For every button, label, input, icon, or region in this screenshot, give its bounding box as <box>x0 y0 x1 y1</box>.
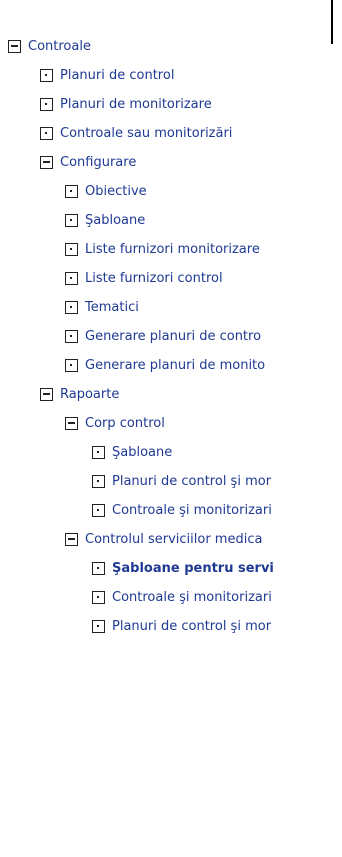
tree-node-corp-control-sabloane[interactable]: Şabloane <box>92 439 172 465</box>
panel-divider <box>331 0 333 44</box>
leaf-icon <box>92 561 105 575</box>
collapse-icon[interactable] <box>40 387 53 401</box>
collapse-icon[interactable] <box>8 39 21 53</box>
tree-node-label: Controale sau monitorizări <box>60 125 233 141</box>
leaf-icon <box>65 358 78 372</box>
tree-node-label: Liste furnizori monitorizare <box>85 241 260 257</box>
tree-node-label: Controale şi monitorizari <box>112 589 272 605</box>
tree-node-liste-furnizori-monitorizare[interactable]: Liste furnizori monitorizare <box>65 236 260 262</box>
leaf-icon <box>65 271 78 285</box>
leaf-icon <box>40 97 53 111</box>
tree-node-label: Tematici <box>85 299 139 315</box>
leaf-icon <box>92 474 105 488</box>
tree-node-label: Şabloane <box>112 444 173 460</box>
collapse-icon[interactable] <box>40 155 53 169</box>
navigation-tree: Controale Planuri de control Planuri de … <box>0 0 342 857</box>
collapse-icon[interactable] <box>65 532 78 546</box>
tree-node-tematici[interactable]: Tematici <box>65 294 139 320</box>
tree-node-planuri-de-monitorizare[interactable]: Planuri de monitorizare <box>40 91 212 117</box>
tree-node-corp-control[interactable]: Corp control <box>65 410 165 436</box>
tree-node-label: Corp control <box>85 415 165 431</box>
leaf-icon <box>65 184 78 198</box>
tree-node-generare-planuri-de-monitorizare[interactable]: Generare planuri de monito <box>65 352 342 378</box>
tree-node-label: Obiective <box>85 183 147 199</box>
leaf-icon <box>40 126 53 140</box>
tree-node-medicale-planuri[interactable]: Planuri de control şi mor <box>92 613 342 639</box>
tree-node-medicale-controale[interactable]: Controale şi monitorizari <box>92 584 342 610</box>
tree-node-controlul-serviciilor-medicale[interactable]: Controlul serviciilor medica <box>65 526 342 552</box>
tree-node-corp-control-planuri[interactable]: Planuri de control şi mor <box>92 468 342 494</box>
tree-node-corp-control-controale[interactable]: Controale şi monitorizari <box>92 497 342 523</box>
tree-node-planuri-de-control[interactable]: Planuri de control <box>40 62 174 88</box>
leaf-icon <box>92 590 105 604</box>
collapse-icon[interactable] <box>65 416 78 430</box>
tree-node-label: Liste furnizori control <box>85 270 223 286</box>
tree-node-label: Controale şi monitorizari <box>112 502 272 518</box>
tree-node-label: Planuri de control şi mor <box>112 618 272 634</box>
tree-node-controale[interactable]: Controale <box>8 33 91 59</box>
tree-node-sabloane[interactable]: Şabloane <box>65 207 145 233</box>
tree-node-label-selected: Şabloane pentru servi <box>112 560 274 576</box>
leaf-icon <box>65 329 78 343</box>
tree-node-label: Controlul serviciilor medica <box>85 531 263 547</box>
tree-node-generare-planuri-de-control[interactable]: Generare planuri de contro <box>65 323 342 349</box>
tree-node-label: Planuri de monitorizare <box>60 96 212 112</box>
leaf-icon <box>92 619 105 633</box>
tree-node-label: Generare planuri de monito <box>85 357 266 373</box>
tree-node-label: Configurare <box>60 154 137 170</box>
tree-node-label: Planuri de control <box>60 67 175 83</box>
tree-node-configurare[interactable]: Configurare <box>40 149 136 175</box>
leaf-icon <box>65 300 78 314</box>
tree-node-label: Rapoarte <box>60 386 120 402</box>
tree-node-sabloane-pentru-servicii[interactable]: Şabloane pentru servi <box>92 555 342 581</box>
tree-node-rapoarte[interactable]: Rapoarte <box>40 381 119 407</box>
leaf-icon <box>65 213 78 227</box>
tree-node-label: Controale <box>28 38 91 54</box>
tree-node-controale-sau-monitorizari[interactable]: Controale sau monitorizări <box>40 120 232 146</box>
leaf-icon <box>92 503 105 517</box>
tree-node-liste-furnizori-control[interactable]: Liste furnizori control <box>65 265 223 291</box>
tree-node-label: Generare planuri de contro <box>85 328 262 344</box>
tree-node-label: Planuri de control şi mor <box>112 473 272 489</box>
leaf-icon <box>65 242 78 256</box>
tree-node-label: Şabloane <box>85 212 146 228</box>
tree-node-obiective[interactable]: Obiective <box>65 178 147 204</box>
leaf-icon <box>40 68 53 82</box>
leaf-icon <box>92 445 105 459</box>
